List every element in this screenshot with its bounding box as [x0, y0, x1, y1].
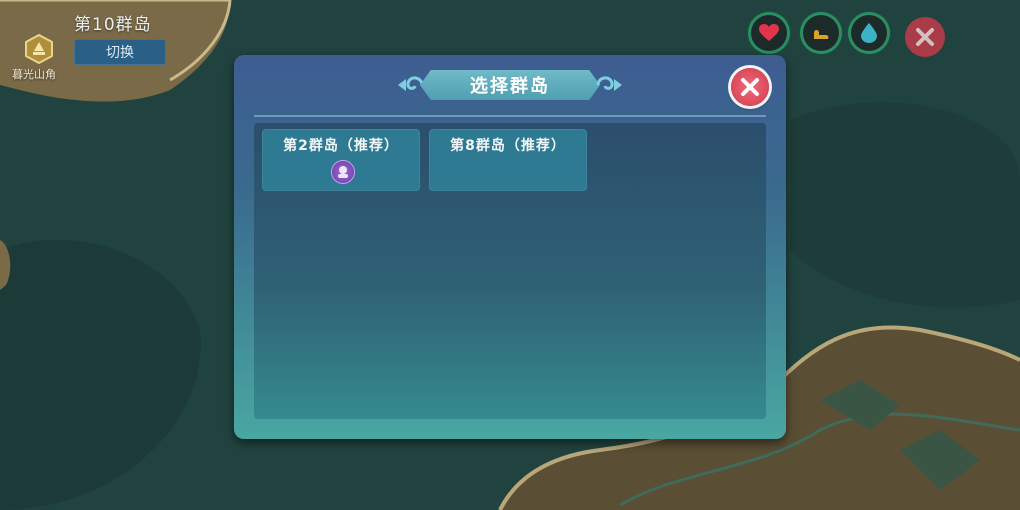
island-card-8[interactable]: 第8群岛（推荐）	[429, 129, 587, 191]
location-name: 暮光山角	[12, 68, 56, 81]
island-card-2[interactable]: 第2群岛（推荐）	[262, 129, 420, 191]
current-island-title: 第10群岛	[74, 15, 152, 35]
switch-island-button[interactable]: 切换	[74, 39, 166, 65]
close-icon	[916, 28, 934, 46]
dialog-title: 选择群岛	[420, 70, 600, 100]
island-hud: 第10群岛 切换 暮光山角	[0, 0, 200, 90]
close-icon	[741, 78, 759, 96]
water-drop-icon	[861, 23, 877, 43]
hud-close-button[interactable]	[905, 17, 945, 57]
boot-icon	[814, 30, 829, 39]
heart-button[interactable]	[751, 15, 787, 51]
location-badge-icon[interactable]	[24, 34, 54, 64]
select-island-dialog: 选择群岛 第2群岛（推荐） 第8群岛（推荐）	[234, 55, 786, 439]
banner-ornament-right-icon	[596, 76, 622, 91]
avatar-badge-icon	[332, 161, 354, 183]
water-button[interactable]	[851, 15, 887, 51]
heart-icon	[759, 24, 779, 41]
boot-button[interactable]	[803, 15, 839, 51]
island-card-label: 第8群岛（推荐）	[450, 138, 566, 154]
island-card-label: 第2群岛（推荐）	[283, 138, 399, 154]
title-divider	[254, 115, 766, 117]
island-list: 第2群岛（推荐） 第8群岛（推荐）	[254, 123, 766, 419]
dialog-close-button[interactable]	[731, 68, 769, 106]
